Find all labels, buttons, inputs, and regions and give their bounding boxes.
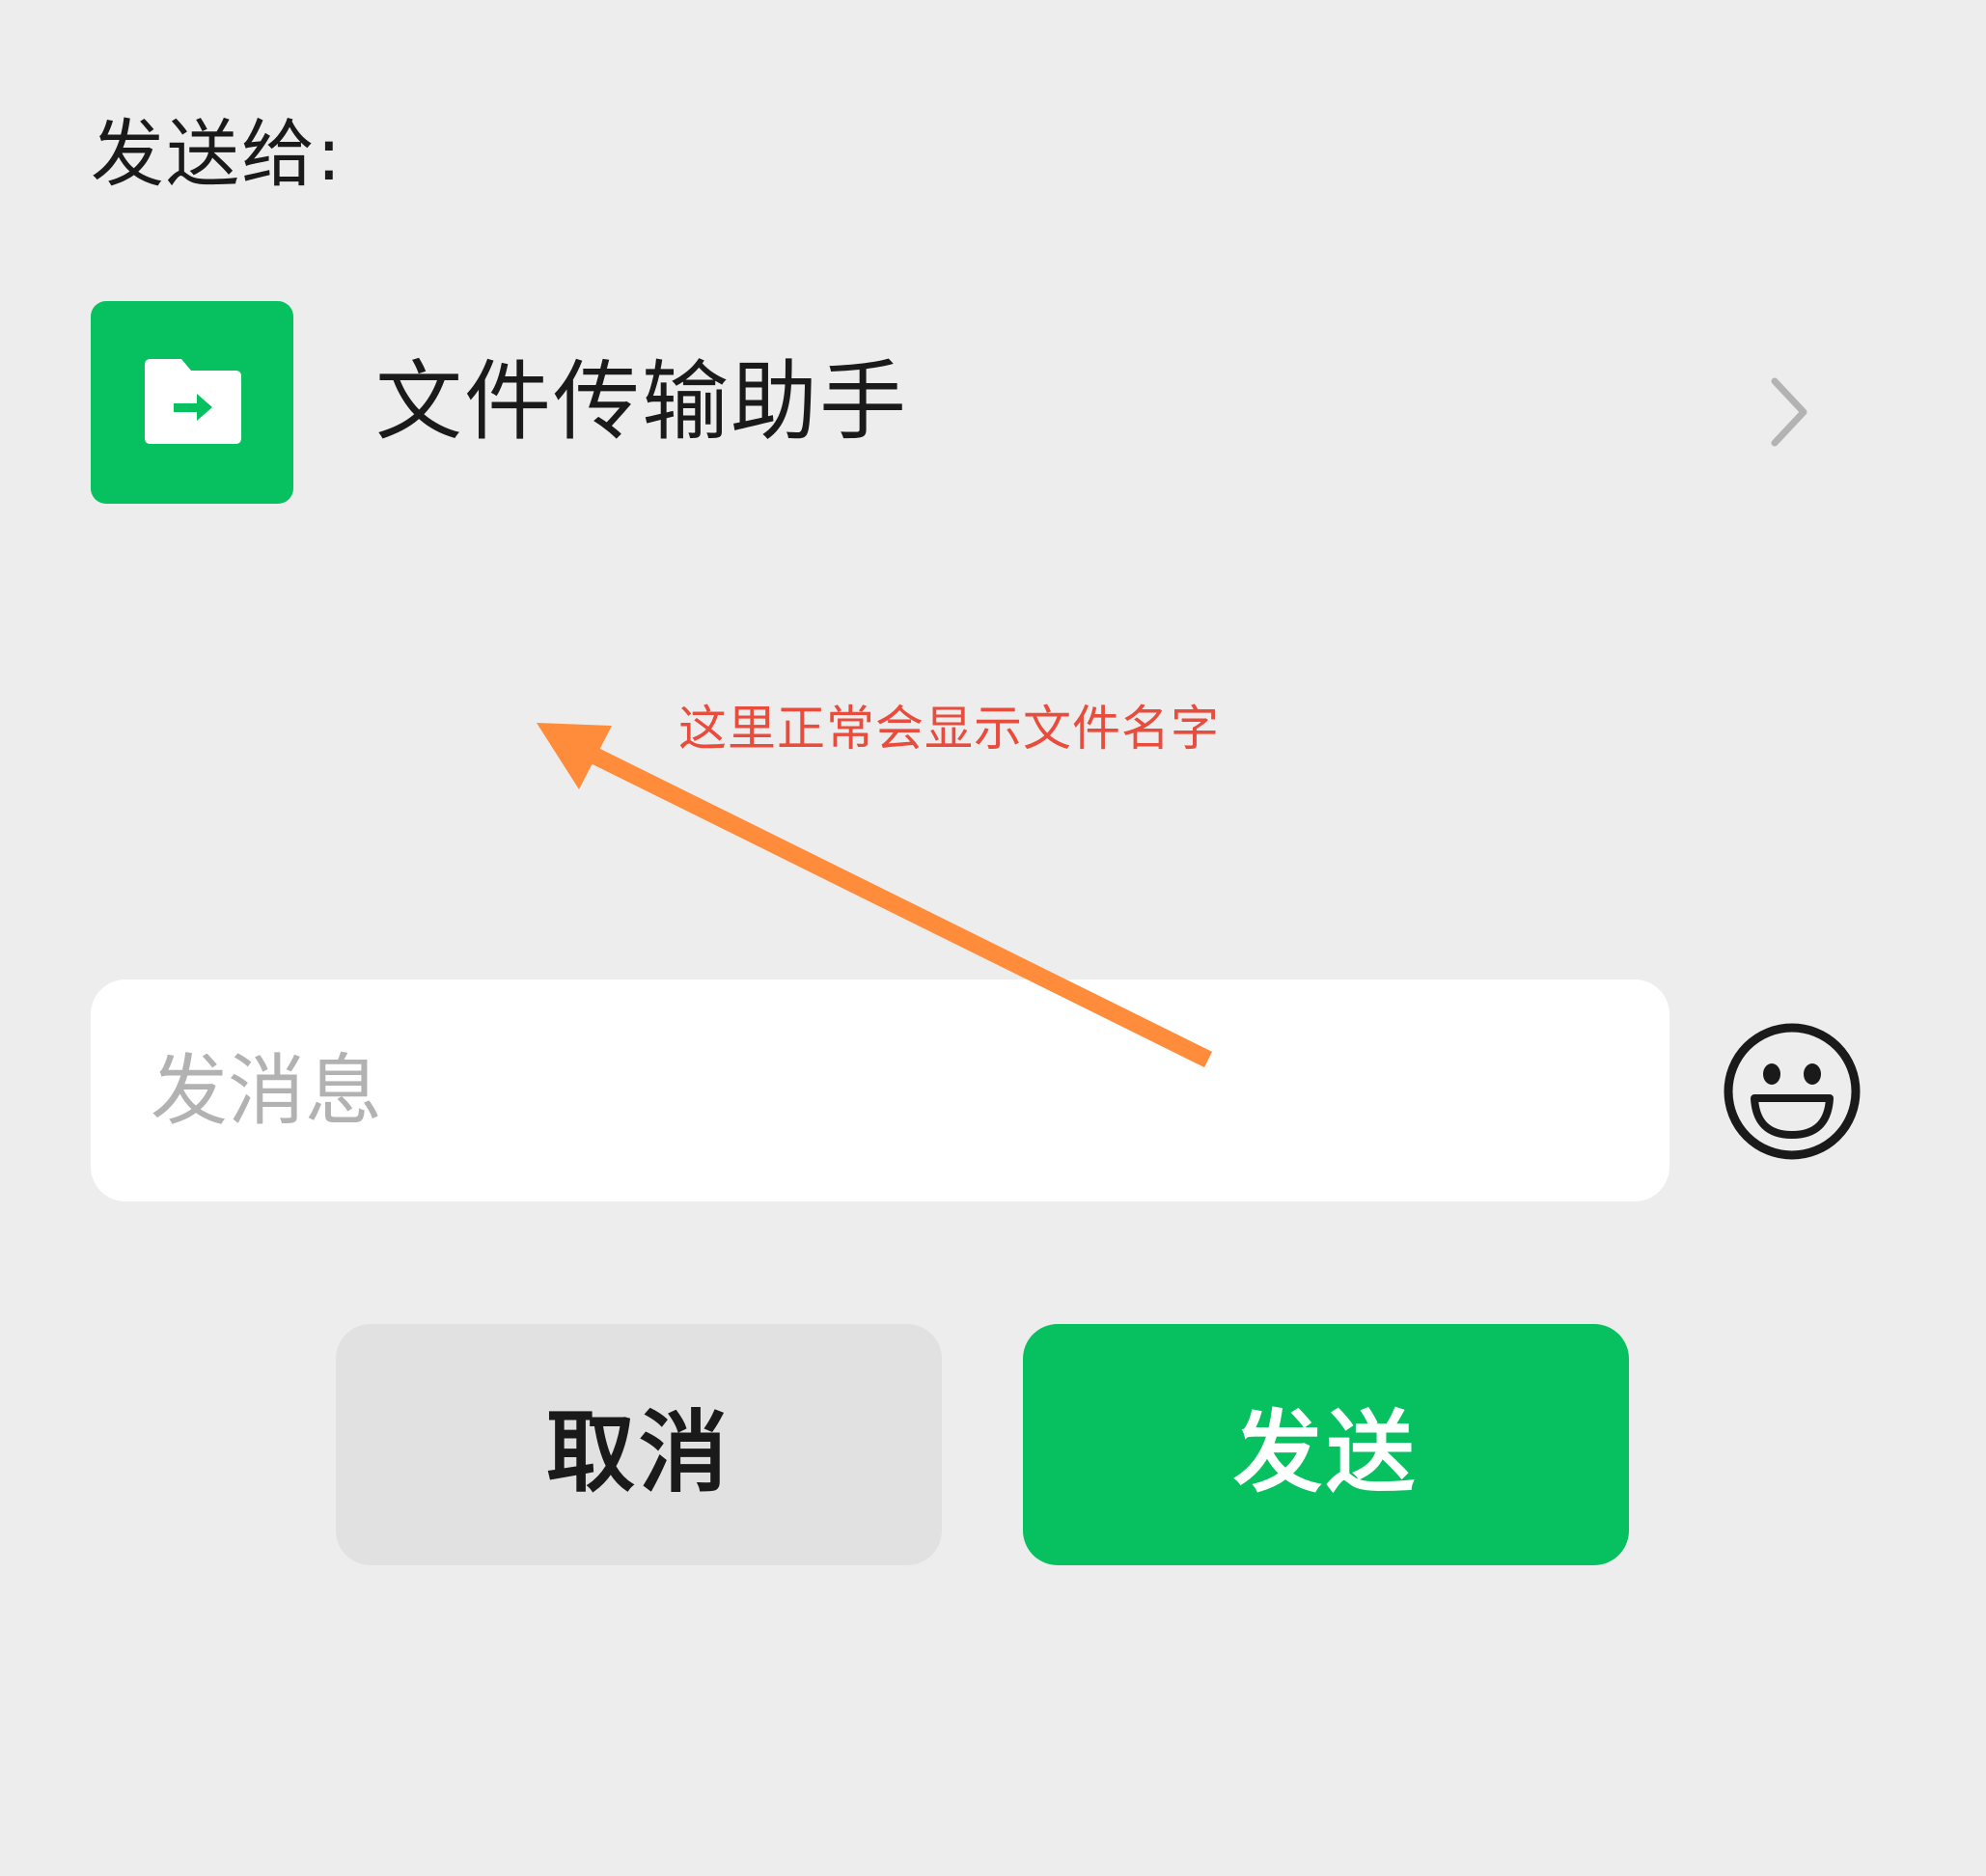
annotation-arrow xyxy=(537,723,1213,1068)
